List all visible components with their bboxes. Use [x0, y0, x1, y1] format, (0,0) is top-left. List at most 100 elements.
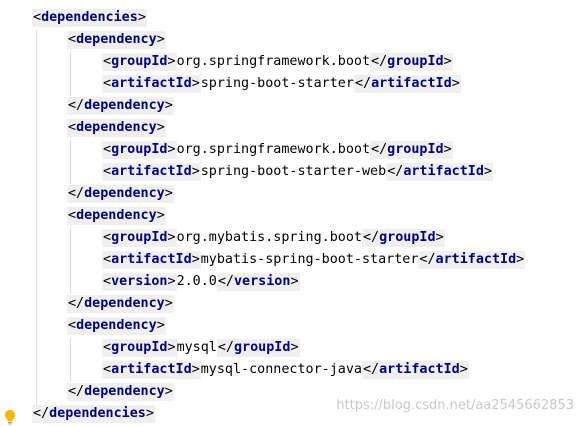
tag-bracket: </	[217, 340, 234, 355]
tag-bracket: >	[137, 10, 146, 25]
tag-bracket: <	[103, 274, 112, 289]
tag-name: groupId	[379, 230, 436, 245]
indent-guide	[70, 140, 71, 184]
tag-bracket: <	[103, 76, 112, 91]
watermark: https://blog.csdn.net/aa2545662853	[336, 398, 574, 413]
tag-name: groupId	[111, 340, 168, 355]
tag-bracket: >	[156, 318, 165, 333]
closing-tag: </dependencies>	[32, 405, 155, 423]
tag-bracket: </	[387, 164, 404, 179]
code-line[interactable]: <groupId>org.mybatis.spring.boot</groupI…	[102, 228, 445, 250]
tag-name: dependency	[76, 120, 157, 135]
tag-name: dependency	[84, 384, 165, 399]
tag-name: groupId	[387, 142, 444, 157]
tag-bracket: >	[167, 54, 176, 69]
closing-tag: </artifactId>	[418, 251, 526, 269]
code-line[interactable]: </dependencies>	[32, 404, 155, 426]
opening-tag: <dependency>	[67, 31, 166, 49]
tag-bracket: <	[103, 164, 112, 179]
tag-value: spring-boot-starter	[200, 76, 354, 91]
code-line[interactable]: <groupId>org.springframework.boot</group…	[102, 140, 453, 162]
tag-name: groupId	[111, 230, 168, 245]
tag-name: dependencies	[41, 10, 138, 25]
code-line[interactable]: </dependency>	[67, 294, 174, 316]
tag-name: dependency	[76, 208, 157, 223]
tag-value: 2.0.0	[176, 274, 217, 289]
closing-tag: </dependency>	[67, 383, 174, 401]
code-line[interactable]: <artifactId>mysql-connector-java</artifa…	[102, 360, 469, 382]
tag-bracket: <	[103, 54, 112, 69]
closing-tag: </groupId>	[370, 53, 453, 71]
tag-bracket: >	[191, 252, 200, 267]
tag-name: dependency	[76, 32, 157, 47]
code-line[interactable]: </dependency>	[67, 96, 174, 118]
opening-tag: <groupId>	[102, 53, 177, 71]
lightbulb-icon[interactable]	[3, 409, 17, 425]
tag-value: mysql-connector-java	[200, 362, 362, 377]
code-line[interactable]: <dependency>	[67, 118, 166, 140]
opening-tag: <dependency>	[67, 119, 166, 137]
tag-bracket: >	[191, 362, 200, 377]
tag-bracket: </	[33, 406, 50, 421]
tag-bracket: </	[68, 296, 85, 311]
code-line[interactable]: <artifactId>spring-boot-starter</artifac…	[102, 74, 461, 96]
tag-bracket: >	[156, 208, 165, 223]
tag-bracket: <	[103, 142, 112, 157]
code-line[interactable]: <version>2.0.0</version>	[102, 272, 300, 294]
tag-name: groupId	[234, 340, 291, 355]
tag-bracket: >	[443, 54, 452, 69]
tag-name: groupId	[111, 54, 168, 69]
code-line[interactable]: <dependency>	[67, 316, 166, 338]
tag-bracket: >	[483, 164, 492, 179]
tag-bracket: >	[443, 142, 452, 157]
code-line[interactable]: </dependency>	[67, 184, 174, 206]
opening-tag: <artifactId>	[102, 163, 201, 181]
code-line[interactable]: <artifactId>spring-boot-starter-web</art…	[102, 162, 493, 184]
tag-name: artifactId	[111, 362, 192, 377]
tag-bracket: >	[145, 406, 154, 421]
tag-name: artifactId	[403, 164, 484, 179]
tag-value: mybatis-spring-boot-starter	[200, 252, 419, 267]
tag-bracket: >	[516, 252, 525, 267]
tag-bracket: <	[68, 120, 77, 135]
opening-tag: <artifactId>	[102, 251, 201, 269]
closing-tag: </artifactId>	[362, 361, 469, 379]
tag-bracket: </	[354, 76, 372, 91]
tag-name: dependency	[84, 186, 165, 201]
tag-bracket: <	[33, 10, 42, 25]
closing-tag: </artifactId>	[386, 163, 493, 181]
tag-name: dependency	[84, 98, 165, 113]
indent-guide	[70, 52, 71, 96]
code-line[interactable]: <artifactId>mybatis-spring-boot-starter<…	[102, 250, 526, 272]
code-editor[interactable]: <dependencies> <dependency> <groupId>org.s…	[0, 0, 584, 426]
tag-bracket: >	[167, 230, 176, 245]
tag-bracket: </	[68, 186, 85, 201]
code-line[interactable]: <groupId>org.springframework.boot</group…	[102, 52, 453, 74]
closing-tag: </groupId>	[216, 339, 300, 357]
tag-bracket: </	[363, 230, 380, 245]
tag-bracket: >	[164, 384, 173, 399]
tag-bracket: <	[68, 318, 77, 333]
tag-value: org.springframework.boot	[176, 54, 371, 69]
tag-bracket: >	[451, 76, 460, 91]
code-line[interactable]: </dependency>	[67, 382, 174, 404]
indent-guide	[70, 228, 71, 294]
code-line[interactable]: <dependencies>	[32, 8, 147, 30]
tag-bracket: <	[68, 208, 77, 223]
code-line[interactable]: <groupId>mysql</groupId>	[102, 338, 300, 360]
tag-bracket: >	[290, 274, 299, 289]
tag-name: dependency	[76, 318, 157, 333]
opening-tag: <artifactId>	[102, 75, 201, 93]
code-line[interactable]: <dependency>	[67, 30, 166, 52]
tag-bracket: >	[167, 274, 176, 289]
tag-value: mysql	[176, 340, 217, 355]
tag-bracket: >	[156, 32, 165, 47]
tag-bracket: </	[371, 54, 388, 69]
tag-bracket: >	[435, 230, 444, 245]
tag-bracket: >	[459, 362, 468, 377]
closing-tag: </groupId>	[370, 141, 453, 159]
tag-bracket: </	[419, 252, 436, 267]
code-line[interactable]: <dependency>	[67, 206, 166, 228]
tag-name: groupId	[387, 54, 444, 69]
tag-bracket: >	[164, 296, 173, 311]
